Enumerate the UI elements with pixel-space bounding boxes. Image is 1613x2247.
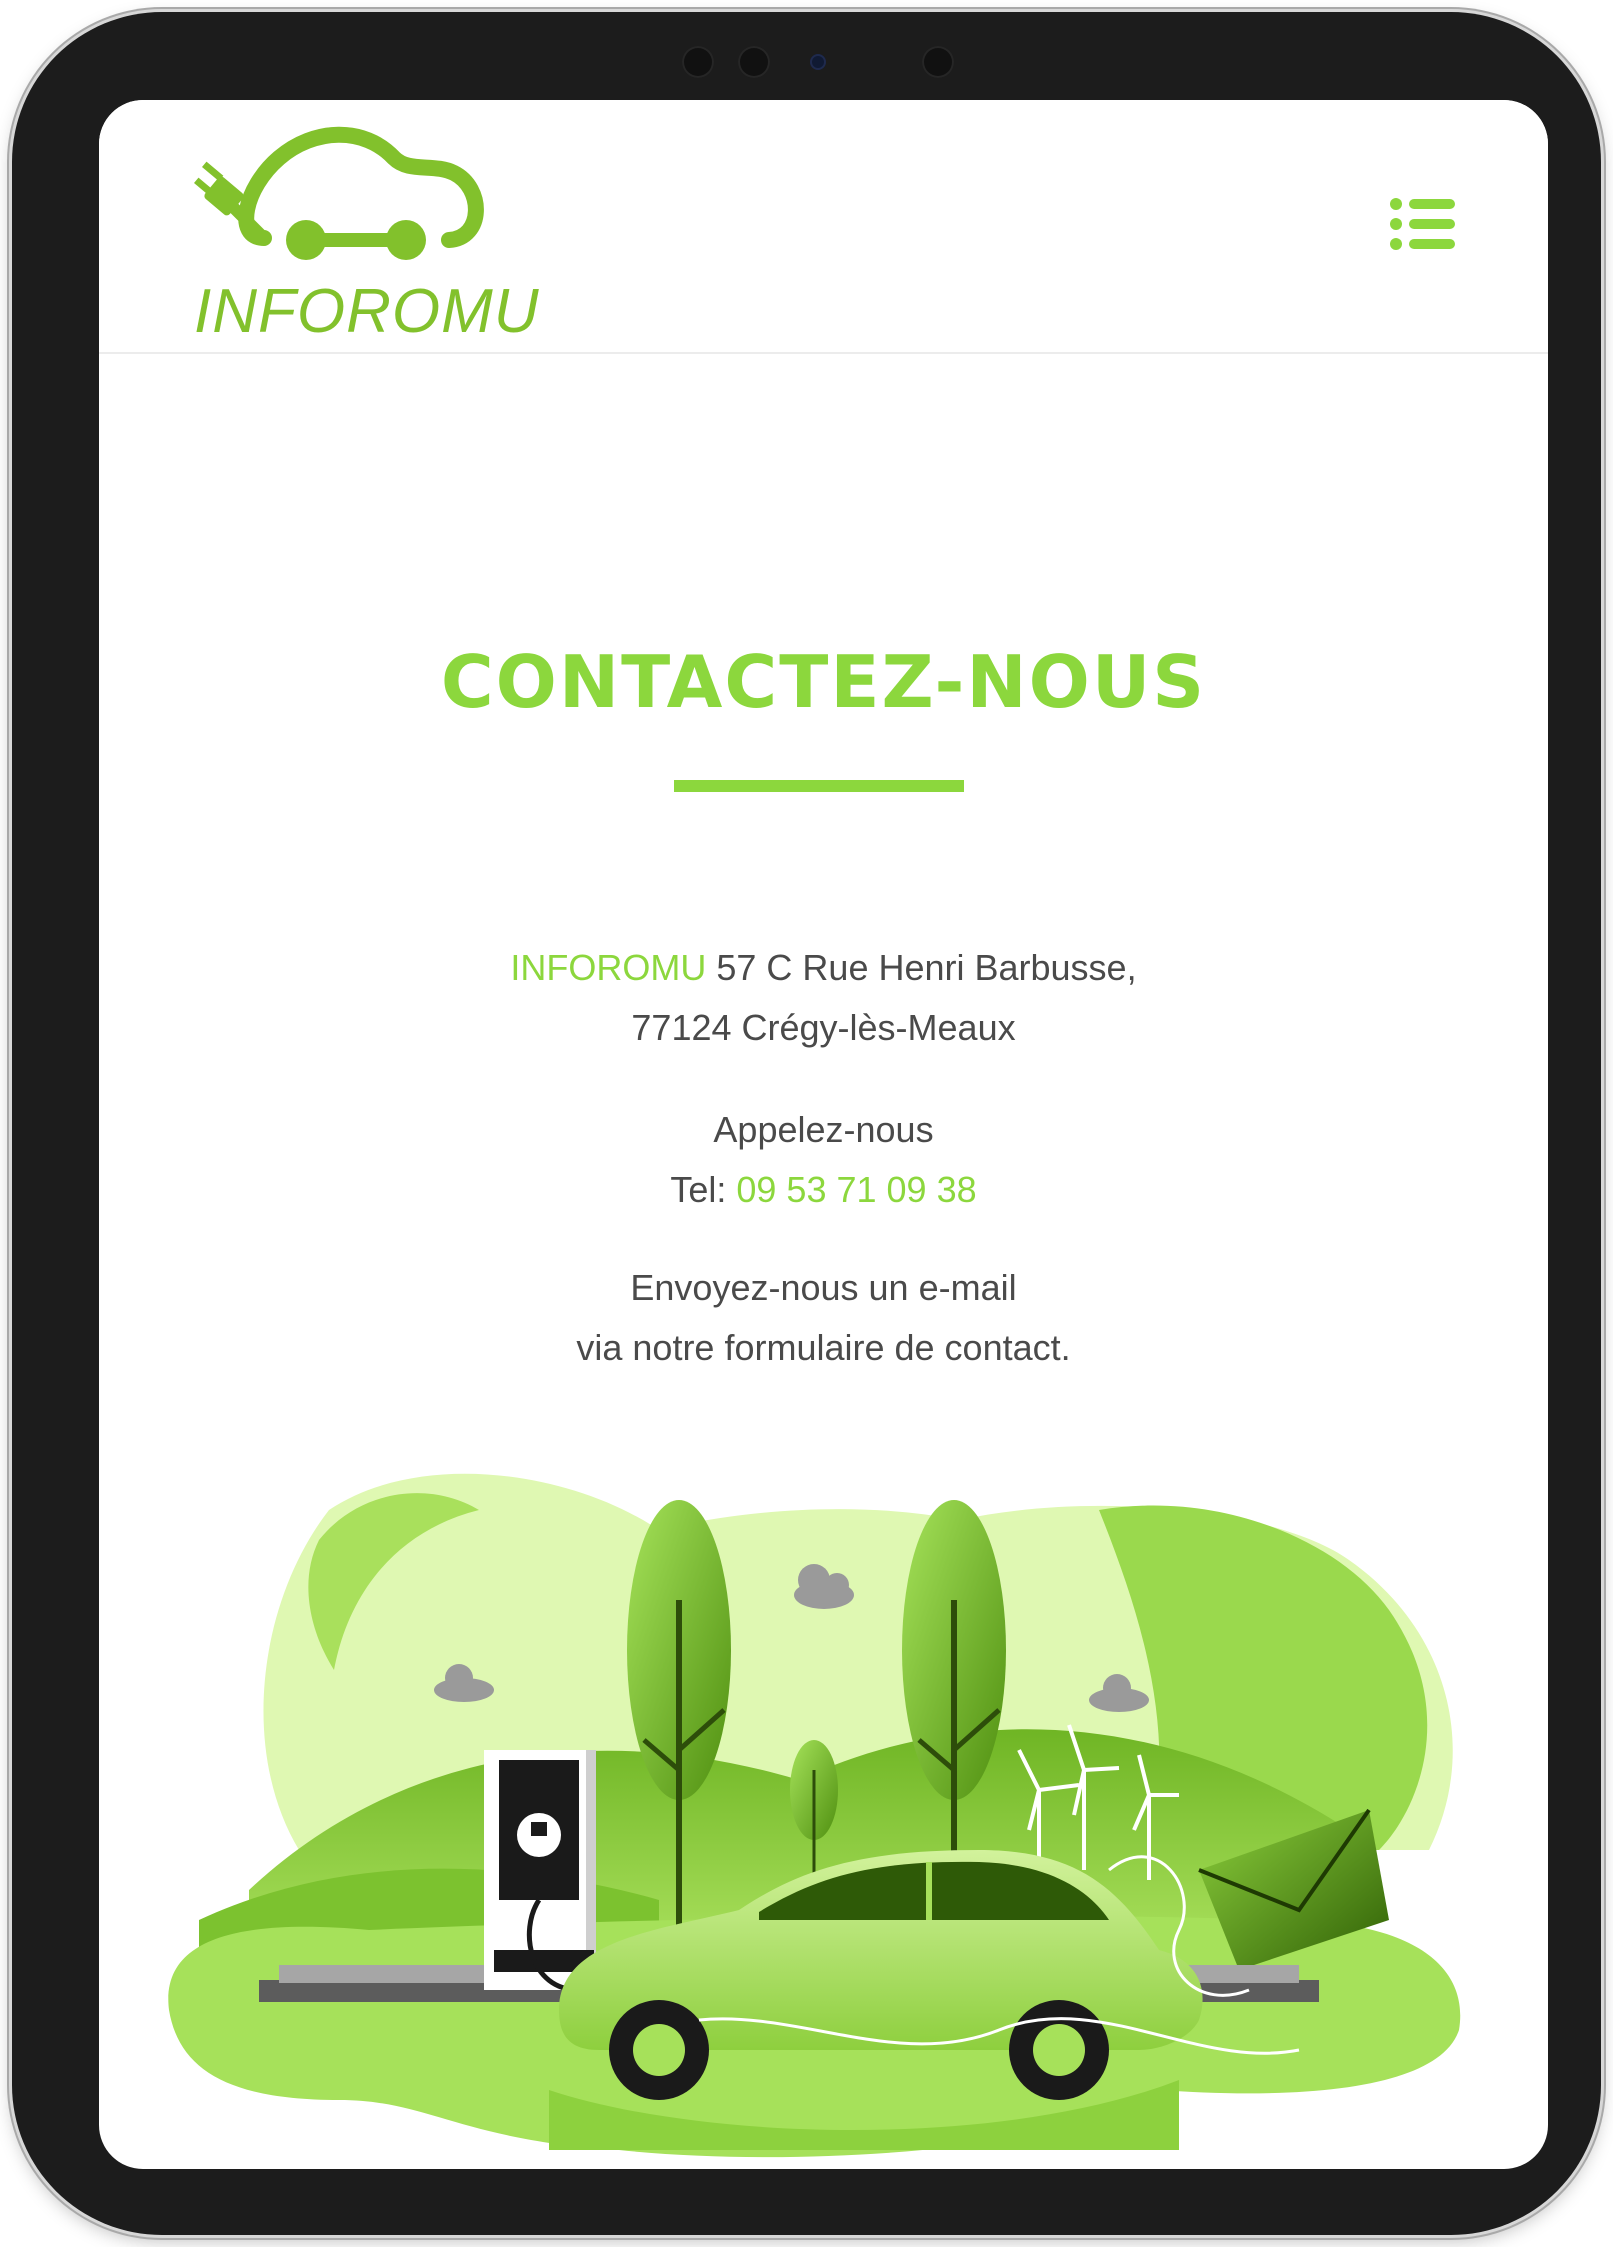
screen: INFOROMU CONTACTEZ-NOUS INFOROMU 57 C Ru…: [99, 100, 1548, 2169]
camera-bar: [682, 42, 982, 82]
site-logo[interactable]: INFOROMU: [194, 118, 539, 348]
list-icon: [1390, 198, 1455, 250]
car-plug-logo-icon: [194, 126, 484, 260]
email-block: Envoyez-nous un e-mail via notre formula…: [99, 1258, 1548, 1378]
sensor-dot: [738, 46, 770, 78]
ev-charging-landscape-icon: [168, 1473, 1461, 2158]
page-title: CONTACTEZ-NOUS: [440, 640, 1207, 724]
sensor-dot: [922, 46, 954, 78]
email-line-2[interactable]: via notre formulaire de contact.: [99, 1318, 1548, 1378]
phone-block: Appelez-nous Tel: 09 53 71 09 38: [99, 1100, 1548, 1220]
camera-lens-icon: [810, 54, 826, 70]
phone-label: Tel:: [670, 1169, 737, 1210]
phone-link[interactable]: 09 53 71 09 38: [736, 1169, 976, 1210]
logo-text: INFOROMU: [194, 277, 540, 346]
address-line-2: 77124 Crégy-lès-Meaux: [631, 1007, 1016, 1048]
email-line-1: Envoyez-nous un e-mail: [630, 1267, 1017, 1308]
sensor-dot: [682, 46, 714, 78]
tablet-frame: INFOROMU CONTACTEZ-NOUS INFOROMU 57 C Ru…: [12, 12, 1601, 2235]
company-name: INFOROMU: [510, 947, 707, 988]
title-divider: [674, 780, 964, 792]
phone-line: Tel: 09 53 71 09 38: [99, 1160, 1548, 1220]
address-block: INFOROMU 57 C Rue Henri Barbusse, 77124 …: [99, 938, 1548, 1058]
phone-heading: Appelez-nous: [713, 1109, 934, 1150]
site-header: INFOROMU: [99, 100, 1548, 354]
menu-button[interactable]: [1389, 196, 1459, 252]
address-line-1: INFOROMU 57 C Rue Henri Barbusse,: [99, 938, 1548, 998]
street-address: 57 C Rue Henri Barbusse,: [706, 947, 1137, 988]
hero-illustration: [99, 1450, 1548, 2169]
